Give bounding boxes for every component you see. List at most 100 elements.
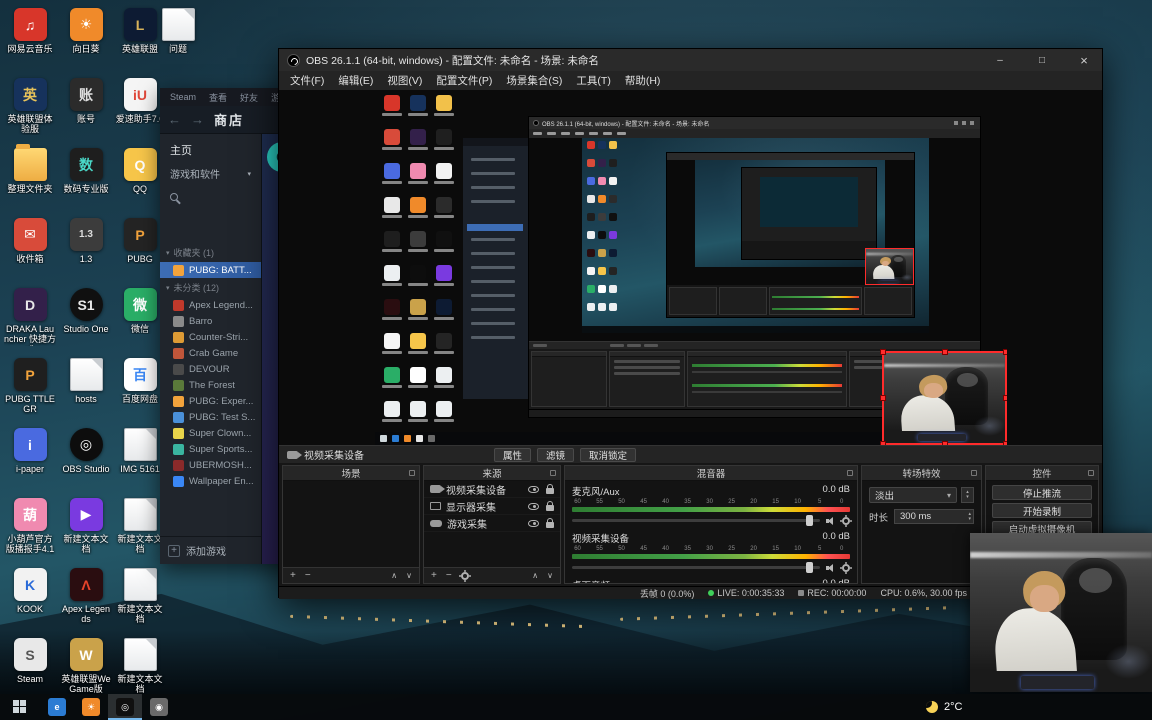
obs-menu-item[interactable]: 工具(T): [569, 71, 617, 90]
desktop-icon-obs-studio[interactable]: ◎ OBS Studio: [60, 428, 112, 474]
desktop-icon-lol-wegame[interactable]: W 英雄联盟WeGame版: [60, 638, 112, 695]
desktop-icon-qq[interactable]: Q QQ: [114, 148, 166, 194]
steam-sidebar-home[interactable]: 主页: [160, 134, 261, 160]
dock-pin-icon[interactable]: [971, 470, 977, 476]
add-scene-button[interactable]: [290, 570, 296, 581]
collection-header[interactable]: ▾ 未分类 (12): [160, 278, 261, 297]
desktop-icon-i-paper[interactable]: i i-paper: [4, 428, 56, 474]
visibility-eye-icon[interactable]: [528, 485, 539, 493]
minimize-button[interactable]: [982, 49, 1018, 71]
desktop-icon-baidu-pan[interactable]: 百百度网盘: [114, 358, 166, 404]
visibility-eye-icon[interactable]: [528, 519, 539, 527]
desktop-icon-aisu-helper[interactable]: iU 爱速助手7.0: [114, 78, 166, 124]
move-scene-up-button[interactable]: [391, 571, 397, 580]
transition-stepper[interactable]: [961, 487, 974, 503]
volume-slider[interactable]: [572, 515, 820, 526]
desktop-icon-steam-shortcut[interactable]: S Steam: [4, 638, 56, 684]
desktop-icon-one-three[interactable]: 1.3 1.3: [60, 218, 112, 264]
remove-scene-button[interactable]: [305, 570, 311, 581]
lock-icon[interactable]: [546, 483, 554, 494]
back-arrow-icon[interactable]: ←: [168, 112, 181, 127]
steam-game-item[interactable]: PUBG: Test S...: [160, 409, 261, 425]
desktop-icon-pubg[interactable]: P PUBG: [114, 218, 166, 264]
move-source-up-button[interactable]: [532, 571, 538, 580]
source-toolbar-button[interactable]: 取消锁定: [580, 447, 637, 462]
gear-icon[interactable]: [842, 563, 850, 572]
volume-slider[interactable]: [572, 562, 820, 573]
obs-preview-area[interactable]: OBS 26.1.1 (64-bit, windows) - 配置文件: 未命名…: [279, 90, 1102, 445]
remove-source-button[interactable]: [446, 570, 452, 581]
steam-game-item[interactable]: Super Sports...: [160, 441, 261, 457]
add-game-button[interactable]: + 添加游戏: [160, 536, 261, 564]
desktop-icon-shuma-pro[interactable]: 数数码专业版: [60, 148, 112, 194]
collection-header[interactable]: ▾ 收藏夹 (1): [160, 243, 261, 262]
taskbar-weather[interactable]: 2°C: [926, 701, 962, 713]
dock-pin-icon[interactable]: [409, 470, 415, 476]
steam-game-item[interactable]: The Forest: [160, 377, 261, 393]
steam-sidebar-filter[interactable]: 游戏和软件 ▾: [160, 160, 261, 187]
add-source-button[interactable]: [431, 570, 437, 581]
steam-menu-item[interactable]: 好友: [240, 91, 258, 104]
taskbar-app-edge[interactable]: e: [40, 694, 74, 720]
dock-pin-icon[interactable]: [550, 470, 556, 476]
visibility-eye-icon[interactable]: [528, 502, 539, 510]
taskbar-app-sunflower[interactable]: ☀: [74, 694, 108, 720]
steam-game-item[interactable]: PUBG: Exper...: [160, 393, 261, 409]
speaker-icon[interactable]: [826, 563, 836, 573]
obs-menu-item[interactable]: 场景集合(S): [499, 71, 569, 90]
steam-game-item[interactable]: Counter-Stri...: [160, 329, 261, 345]
steam-game-item[interactable]: Barro: [160, 313, 261, 329]
webcam-overlay-window[interactable]: [970, 533, 1152, 692]
desktop-icon-wechat[interactable]: 微微信: [114, 288, 166, 334]
desktop-icon-studio-one[interactable]: S1 Studio One: [60, 288, 112, 334]
steam-game-item[interactable]: DEVOUR: [160, 361, 261, 377]
steam-library-search[interactable]: [160, 187, 261, 207]
desktop-icon-inbox[interactable]: ✉ 收件箱: [4, 218, 56, 264]
source-settings-icon[interactable]: [460, 571, 469, 580]
desktop-icon-new-text-doc-media[interactable]: ▶ 新建文本文档: [60, 498, 112, 555]
lock-icon[interactable]: [546, 517, 554, 528]
steam-menu-item[interactable]: Steam: [170, 92, 196, 102]
source-toolbar-button[interactable]: 滤镜: [537, 447, 575, 462]
obs-titlebar[interactable]: OBS 26.1.1 (64-bit, windows) - 配置文件: 未命名…: [279, 49, 1102, 71]
control-button[interactable]: 停止推流: [992, 485, 1092, 500]
transition-duration-input[interactable]: 300 ms: [894, 509, 974, 524]
desktop-icon-apex-legends[interactable]: Λ Apex Legends: [60, 568, 112, 625]
desktop-icon-new-text-doc-2[interactable]: 新建文本文档: [114, 568, 166, 625]
obs-window[interactable]: OBS 26.1.1 (64-bit, windows) - 配置文件: 未命名…: [278, 48, 1103, 599]
desktop-icon-folder-organize[interactable]: 整理文件夹: [4, 144, 56, 194]
dock-pin-icon[interactable]: [1088, 470, 1094, 476]
taskbar-app-camera[interactable]: ◉: [142, 694, 176, 720]
desktop-icon-kook[interactable]: K KOOK: [4, 568, 56, 614]
taskbar-app-obs-studio[interactable]: ◎: [108, 694, 142, 720]
desktop-icon-new-text-doc-3[interactable]: 新建文本文档: [114, 638, 166, 695]
transition-select[interactable]: 淡出: [869, 487, 957, 503]
move-source-down-button[interactable]: [547, 571, 553, 580]
slider-handle[interactable]: [805, 562, 813, 573]
source-row[interactable]: 游戏采集: [424, 515, 560, 532]
steam-game-item[interactable]: Wallpaper En...: [160, 473, 261, 489]
speaker-icon[interactable]: [826, 516, 836, 526]
steam-game-item[interactable]: UBERMOSH...: [160, 457, 261, 473]
lock-icon[interactable]: [546, 500, 554, 511]
desktop-icon-lol-pbe[interactable]: 英英雄联盟体验服: [4, 78, 56, 135]
obs-menu-item[interactable]: 配置文件(P): [429, 71, 499, 90]
desktop-icon-new-text-doc-1[interactable]: 新建文本文档: [114, 498, 166, 555]
desktop-icon-pubg-ttlegr[interactable]: P PUBG TTLEGR: [4, 358, 56, 415]
steam-game-item[interactable]: Apex Legend...: [160, 297, 261, 313]
close-button[interactable]: [1066, 49, 1102, 71]
maximize-button[interactable]: [1024, 49, 1060, 71]
source-row[interactable]: 显示器采集: [424, 498, 560, 515]
scenes-list[interactable]: [283, 481, 419, 567]
desktop-icon-draka-launcher[interactable]: D DRAKA Launcher 快捷方式: [4, 288, 56, 346]
desktop-icon-netease-music[interactable]: ♫ 网易云音乐: [4, 8, 56, 54]
desktop-icon-img-5161[interactable]: IMG 5161: [114, 428, 166, 474]
steam-game-item[interactable]: PUBG: BATT...: [160, 262, 261, 278]
obs-menu-item[interactable]: 帮助(H): [618, 71, 668, 90]
obs-menu-item[interactable]: 视图(V): [380, 71, 429, 90]
control-button[interactable]: 开始录制: [992, 503, 1092, 518]
gear-icon[interactable]: [842, 516, 850, 525]
steam-game-item[interactable]: Super Clown...: [160, 425, 261, 441]
obs-menu-item[interactable]: 编辑(E): [331, 71, 380, 90]
desktop-icon-hosts[interactable]: hosts: [60, 358, 112, 404]
